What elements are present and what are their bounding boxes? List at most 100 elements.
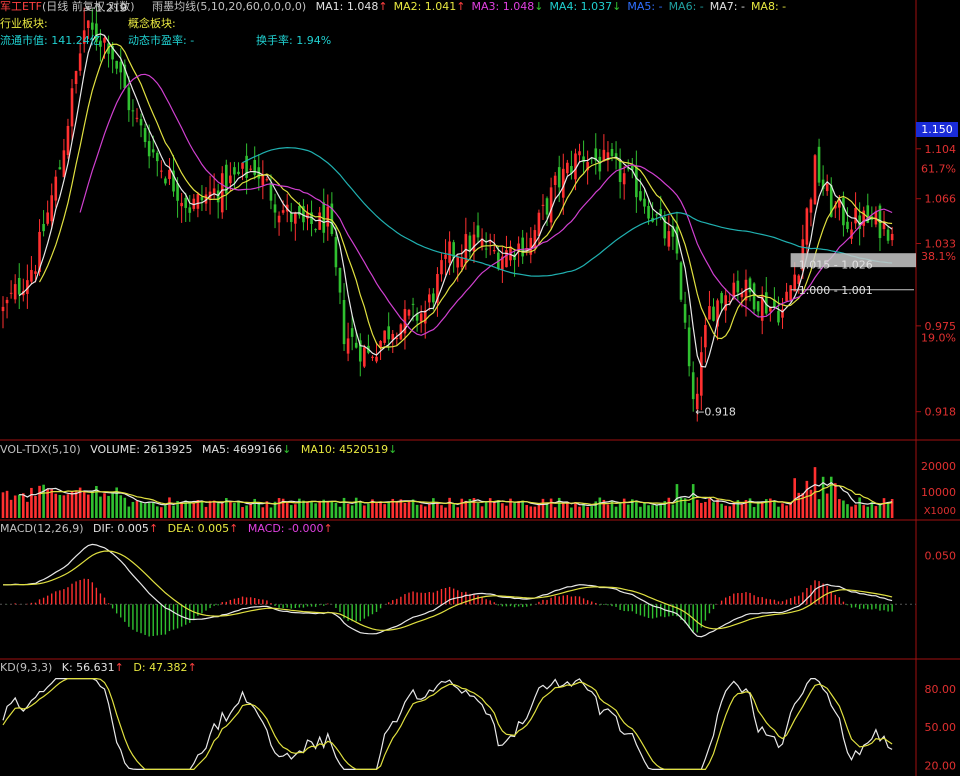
volume-bar [302, 500, 305, 518]
price-candle [545, 198, 549, 215]
volume-bar [395, 501, 399, 518]
volume-bar [683, 498, 687, 518]
kd-tick-label: 50.00 [925, 721, 957, 734]
price-candle [119, 61, 123, 73]
price-candle [139, 119, 143, 126]
price-candle [155, 152, 159, 162]
kd-d-line [2, 678, 893, 770]
price-tick-label: 0.918 [925, 406, 957, 419]
price-candle [46, 212, 49, 224]
macd-title[interactable]: MACD(12,26,9) [0, 522, 84, 535]
price-candle [277, 215, 281, 223]
volume-bar [704, 501, 707, 518]
volume-title[interactable]: VOL-TDX(5,10) [0, 443, 81, 456]
ma-readout-5: MA5: - [627, 0, 663, 13]
volume-bar [38, 485, 41, 518]
price-tick-label: 1.066 [925, 193, 957, 206]
volume-bar [82, 490, 86, 518]
price-candle [9, 292, 13, 294]
volume-bar [245, 505, 248, 518]
price-candle [521, 237, 524, 257]
volume-bar [423, 506, 427, 518]
ma-readout-6: MA6: - [668, 0, 704, 13]
price-candle [553, 175, 557, 185]
volume-bar [22, 493, 25, 518]
kd-k-line [2, 678, 893, 770]
volume-bar [838, 499, 841, 518]
volume-panel[interactable] [1, 467, 894, 518]
price-candle [62, 150, 66, 178]
volume-bar [667, 497, 671, 518]
volume-bar [212, 500, 216, 518]
volume-bar [842, 500, 845, 518]
price-candle [326, 206, 330, 227]
volume-bar [26, 501, 29, 518]
kd-title[interactable]: KD(9,3,3) [0, 661, 52, 674]
price-candle [237, 171, 240, 175]
price-panel[interactable]: ←1.219←0.9181.015 - 1.0261.000 - 1.001 [1, 2, 916, 422]
volume-bar [99, 496, 102, 518]
volume-bar [777, 506, 780, 518]
price-candle [143, 128, 147, 142]
volume-bar [289, 505, 293, 518]
volume-bar [728, 506, 732, 518]
price-candle [886, 229, 890, 241]
price-candle [655, 214, 658, 216]
volume-bar [647, 505, 650, 518]
volume-bar [805, 480, 809, 518]
price-candle [249, 168, 252, 170]
price-candle [78, 53, 82, 71]
instrument-title[interactable]: 军工ETF [0, 0, 42, 13]
price-candle [679, 262, 683, 300]
volume-bar [192, 502, 196, 518]
volume-bar [151, 502, 155, 518]
fib-label: 38.1% [921, 250, 956, 263]
chart-stage[interactable]: ←1.219←0.9181.015 - 1.0261.000 - 1.001 1… [0, 0, 960, 776]
volume-bar [147, 502, 151, 518]
volume-bar [732, 502, 736, 518]
volume-bar [866, 506, 870, 518]
price-candle [58, 167, 62, 170]
price-annotation: 1.000 - 1.001 [799, 284, 873, 297]
volume-bar [773, 501, 776, 518]
volume-bar [350, 505, 354, 518]
volume-bar [204, 506, 208, 518]
volume-bar [111, 492, 114, 518]
volume-bar [606, 504, 610, 518]
price-candle [220, 173, 224, 213]
price-candle [338, 268, 342, 293]
ma-readout-8: MA8: - [750, 0, 787, 13]
price-annotation: 1.015 - 1.026 [799, 258, 873, 271]
volume-bar [501, 503, 504, 518]
price-candle [229, 175, 232, 184]
ma-system-label[interactable]: 雨墨均线(5,10,20,60,0,0,0,0) [152, 0, 306, 13]
volume-bar [452, 504, 455, 518]
chart-mode: (日线 前复权 对数) [42, 0, 135, 13]
price-candle [188, 207, 192, 213]
price-candle [777, 310, 780, 323]
current-price-tag: 1.150 [916, 122, 958, 137]
volume-bar [785, 505, 788, 518]
price-candle [322, 202, 326, 233]
macd-panel[interactable] [0, 543, 916, 638]
macd-dif: DIF: 0.005↑ [93, 522, 159, 535]
price-candle [383, 330, 386, 343]
price-candle [354, 342, 358, 348]
price-candle [854, 207, 857, 224]
volume-bar [724, 505, 727, 518]
price-candle [200, 196, 204, 201]
volume-bar [817, 499, 821, 518]
volume-bar [34, 495, 37, 518]
volume-bar [622, 498, 626, 518]
price-candle [419, 313, 423, 322]
price-candle [732, 282, 736, 298]
volume-bar [440, 505, 443, 518]
price-candle [233, 167, 236, 175]
volume-bar [188, 501, 192, 518]
volume-bar [318, 500, 321, 518]
price-candle [147, 141, 151, 157]
price-candle [704, 325, 707, 348]
kd-panel[interactable] [2, 678, 893, 770]
panel-frames [0, 0, 960, 776]
price-candle [135, 117, 139, 119]
